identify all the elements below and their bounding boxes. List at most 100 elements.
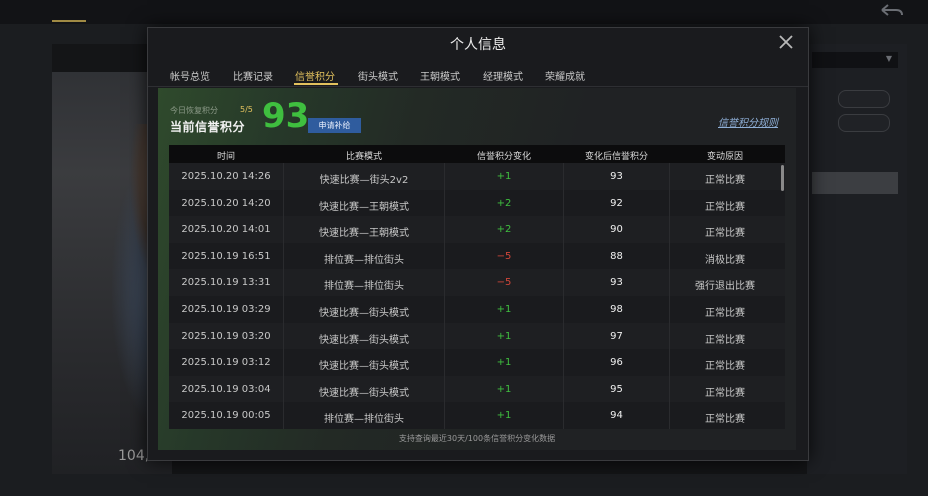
background-ranking-row <box>812 436 898 458</box>
cell-score-after: 98 <box>610 304 623 315</box>
header-match-mode: 比赛模式 <box>345 152 382 162</box>
cell-score-after: 88 <box>610 250 623 262</box>
header-score-change: 信誉积分变化 <box>476 152 531 162</box>
background-ranking-row <box>812 216 898 238</box>
background-tab-underline <box>52 20 86 22</box>
tab-credit-score[interactable]: 信誉积分 <box>295 68 335 83</box>
header-score-after: 变化后信誉积分 <box>584 152 648 162</box>
table-scrollbar[interactable] <box>781 165 784 191</box>
background-ranking-row <box>812 172 898 194</box>
cell-match-mode: 排位赛—排位街头 <box>324 254 404 266</box>
background-column-header <box>812 150 898 166</box>
background-ranking-row <box>812 194 898 216</box>
table-row: 2025.10.20 14:26 快速比赛—街头2v2 +1 93 正常比赛 <box>169 163 785 191</box>
header-time: 时间 <box>216 152 235 162</box>
close-icon[interactable] <box>776 32 796 52</box>
current-credit-score: 93 <box>262 96 310 136</box>
cell-time: 2025.10.19 03:20 <box>181 330 271 342</box>
cell-score-change: +1 <box>496 304 512 315</box>
table-row: 2025.10.19 03:29 快速比赛—街头模式 +1 98 正常比赛 <box>169 296 785 324</box>
cell-reason: 正常比赛 <box>705 228 745 240</box>
cell-match-mode: 快速比赛—街头模式 <box>319 308 409 319</box>
background-ranking-row <box>812 238 898 260</box>
table-header: 时间 比赛模式 信誉积分变化 变化后信誉积分 变动原因 <box>169 145 785 163</box>
cell-match-mode: 快速比赛—王朝模式 <box>319 201 409 213</box>
table-row: 2025.10.19 16:51 排位赛—排位街头 −5 88 消极比赛 <box>169 242 785 271</box>
cell-reason: 正常比赛 <box>705 387 745 399</box>
apply-supply-button[interactable]: 申请补给 <box>308 118 361 133</box>
back-arrow-icon[interactable] <box>878 2 904 25</box>
tab-dynasty-mode[interactable]: 王朝模式 <box>420 68 460 83</box>
cell-score-change: +1 <box>496 383 512 395</box>
daily-recovery-value: 5/5 <box>240 105 253 114</box>
cell-score-after: 92 <box>610 197 623 209</box>
column-divider <box>563 163 564 429</box>
credit-score-panel: 今日恢复积分 5/5 当前信誉积分 93 申请补给 信誉积分规则 时间 比赛模式… <box>158 88 796 450</box>
tab-match-records[interactable]: 比赛记录 <box>233 68 273 83</box>
table-row: 2025.10.20 14:20 快速比赛—王朝模式 +2 92 正常比赛 <box>169 189 785 218</box>
tab-street-mode[interactable]: 街头模式 <box>358 68 398 83</box>
column-divider <box>283 163 284 429</box>
cell-reason: 正常比赛 <box>705 334 745 346</box>
cell-match-mode: 排位赛—排位街头 <box>324 281 404 293</box>
cell-score-change: +2 <box>496 224 512 236</box>
table-body: 2025.10.20 14:26 快速比赛—街头2v2 +1 93 正常比赛 2025.1… <box>169 163 785 429</box>
cell-score-change: +1 <box>496 357 512 369</box>
tab-bar: 帐号总览 比赛记录 信誉积分 街头模式 王朝模式 经理模式 荣耀成就 <box>148 64 808 87</box>
score-summary: 今日恢复积分 5/5 当前信誉积分 93 申请补给 信誉积分规则 <box>158 88 796 140</box>
active-tab-indicator <box>294 83 338 85</box>
cell-score-change: −5 <box>496 277 512 289</box>
table-row: 2025.10.19 03:20 快速比赛—街头模式 +1 97 正常比赛 <box>169 322 785 351</box>
table-row: 2025.10.19 13:31 排位赛—排位街头 −5 93 强行退出比赛 <box>169 269 785 297</box>
background-ranking-row <box>812 392 898 414</box>
cell-score-change: +1 <box>496 171 512 182</box>
cell-time: 2025.10.19 16:51 <box>181 250 271 262</box>
cell-match-mode: 快速比赛—王朝模式 <box>319 228 409 240</box>
cell-reason: 正常比赛 <box>705 201 745 213</box>
tab-account-overview[interactable]: 帐号总览 <box>170 68 210 83</box>
credit-history-table: 时间 比赛模式 信誉积分变化 变化后信誉积分 变动原因 2025.10.20 1… <box>169 145 785 429</box>
cell-time: 2025.10.20 14:26 <box>181 171 271 182</box>
cell-score-after: 97 <box>610 330 623 342</box>
background-dropdown: ▼ <box>812 52 898 68</box>
dialog-title: 个人信息 <box>450 37 506 53</box>
cell-time: 2025.10.19 03:29 <box>181 304 271 315</box>
cell-reason: 正常比赛 <box>705 308 745 319</box>
background-ranking-row <box>812 414 898 436</box>
cell-score-after: 94 <box>610 410 623 422</box>
background-pill-button <box>838 90 890 108</box>
cell-reason: 正常比赛 <box>705 414 745 426</box>
cell-score-after: 95 <box>610 383 623 395</box>
cell-time: 2025.10.19 13:31 <box>181 277 271 289</box>
cell-reason: 正常比赛 <box>705 361 745 373</box>
cell-reason: 消极比赛 <box>705 254 745 266</box>
query-limit-note: 支持查询最近30天/100条信誉积分变化数据 <box>398 434 556 443</box>
table-row: 2025.10.19 00:05 排位赛—排位街头 +1 94 正常比赛 <box>169 402 785 429</box>
cell-match-mode: 排位赛—排位街头 <box>324 414 404 426</box>
cell-match-mode: 快速比赛—街头模式 <box>319 361 409 373</box>
background-top-bar <box>0 0 928 24</box>
cell-reason: 正常比赛 <box>705 175 745 186</box>
daily-recovery-label: 今日恢复积分 <box>170 106 218 115</box>
header-reason: 变动原因 <box>706 152 743 162</box>
background-pill-button <box>838 114 890 132</box>
background-ranking-row <box>812 348 898 370</box>
table-row: 2025.10.19 03:12 快速比赛—街头模式 +1 96 正常比赛 <box>169 349 785 377</box>
column-divider <box>444 163 445 429</box>
personal-info-dialog: 个人信息 帐号总览 比赛记录 信誉积分 街头模式 王朝模式 经理模式 荣耀成就 … <box>147 27 809 461</box>
cell-match-mode: 快速比赛—街头2v2 <box>319 175 409 186</box>
tab-honor-achievements[interactable]: 荣耀成就 <box>545 68 585 83</box>
tab-manager-mode[interactable]: 经理模式 <box>483 68 523 83</box>
credit-rules-link[interactable]: 信誉积分规则 <box>718 114 778 129</box>
cell-match-mode: 快速比赛—街头模式 <box>319 387 409 399</box>
table-row: 2025.10.20 14:01 快速比赛—王朝模式 +2 90 正常比赛 <box>169 216 785 244</box>
background-ranking-row <box>812 370 898 392</box>
column-divider <box>669 163 670 429</box>
cell-score-change: −5 <box>496 250 512 262</box>
cell-score-change: +2 <box>496 197 512 209</box>
background-ranking-row <box>812 260 898 282</box>
background-ranking-row <box>812 304 898 326</box>
cell-score-after: 93 <box>610 171 623 182</box>
cell-time: 2025.10.20 14:20 <box>181 197 271 209</box>
background-ranking-row <box>812 326 898 348</box>
